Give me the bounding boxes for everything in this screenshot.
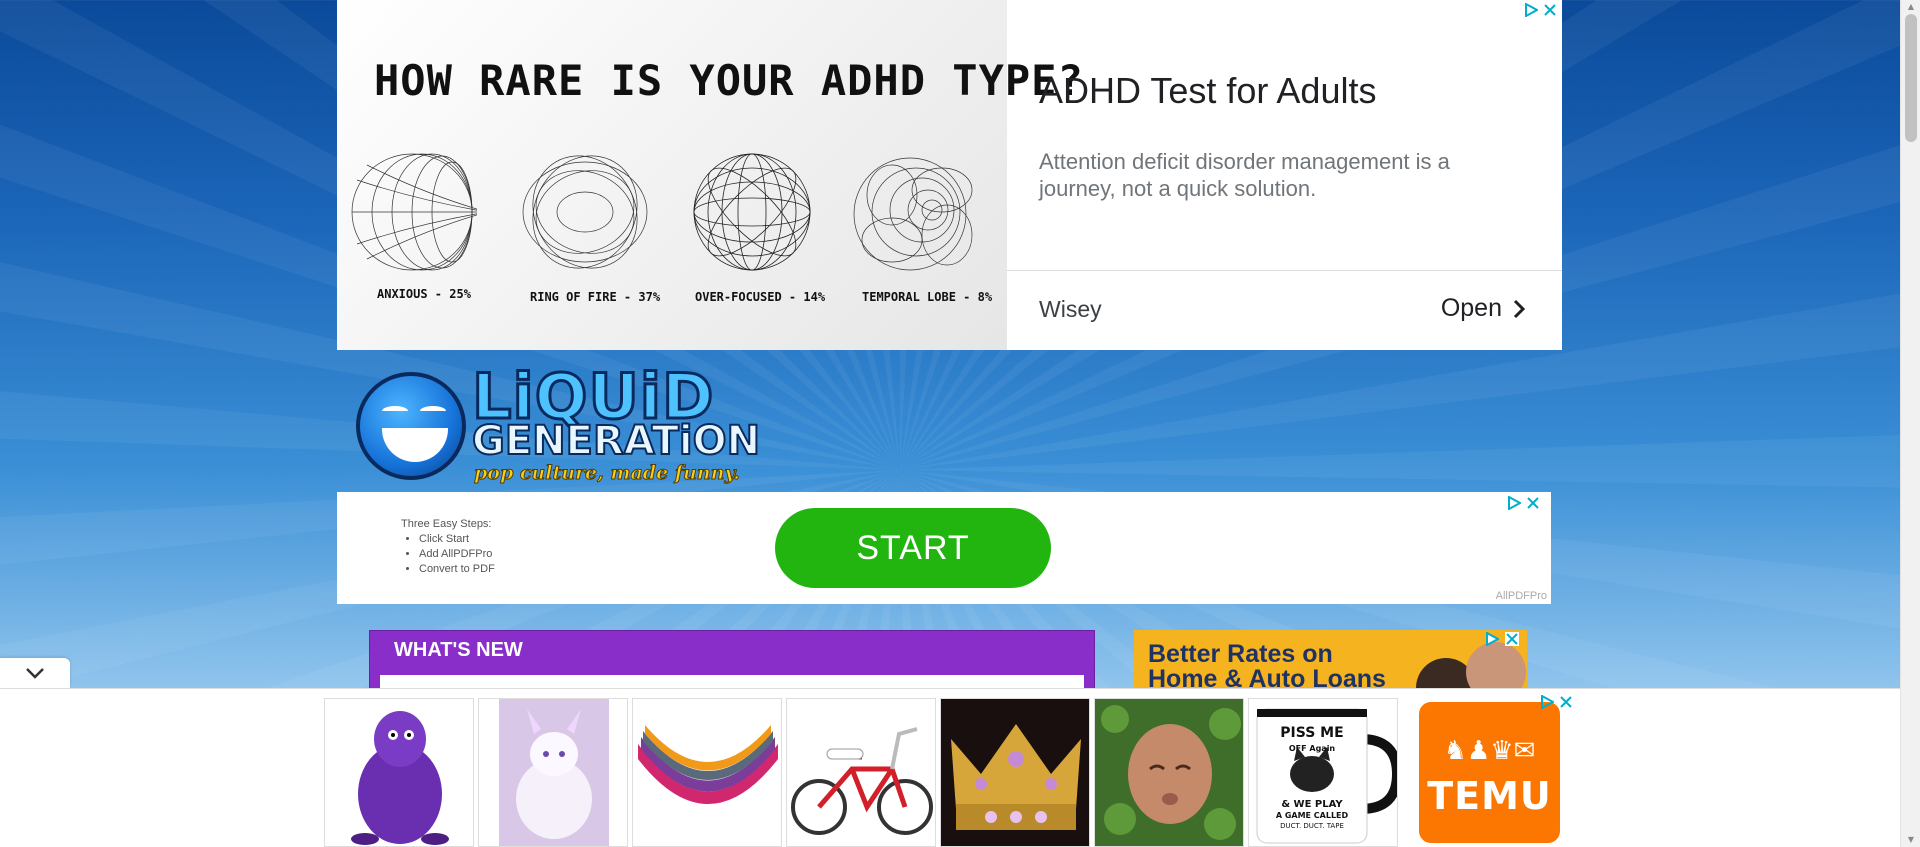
adchoices[interactable] [1540,695,1572,709]
whats-new-title: WHAT'S NEW [394,639,523,661]
ad-step: Add AllPDFPro [419,547,495,562]
ad-divider [1007,270,1562,271]
product-tile-red-bicycle[interactable] [786,698,936,847]
temporal-lobe-shape-icon [853,157,973,271]
ad-description: Attention deficit disorder management is… [1039,149,1450,201]
site-logo[interactable]: LiQUiD GENERATiON pop culture, made funn… [352,356,761,488]
adchoices-icon[interactable] [1524,3,1538,17]
temu-label: TEMU [1427,774,1552,818]
chevron-down-icon [26,668,44,679]
collapse-ad-button[interactable] [0,658,70,688]
adhd-type-label: TEMPORAL LOBE - 8% [862,290,993,304]
ad-brand: AllPDFPro [1495,590,1547,602]
ring-of-fire-shape-icon [522,155,648,269]
product-tile-head-planter[interactable] [1094,698,1244,847]
adhd-type-label: OVER-FOCUSED - 14% [695,290,826,304]
ad-steps: Three Easy Steps: Click Start Add AllPDF… [401,518,495,577]
logo-wordmark-bottom: GENERATiON [471,417,761,465]
ad-text-panel[interactable]: ADHD Test for Adults Attention deficit d… [1007,0,1562,350]
product-tile-cat-mug[interactable]: PISS ME OFF Again & WE PLAY A GAME CALLE… [1248,698,1398,847]
adchoices-icon[interactable] [1540,695,1554,709]
adchoices-icon[interactable] [1507,496,1521,510]
close-icon[interactable] [1560,696,1572,708]
sidebar-ad-line: Better Rates on [1148,640,1333,668]
temu-icons: ♞♟♛✉ [1443,736,1536,766]
close-icon[interactable] [1544,4,1556,16]
over-focused-shape-icon [693,153,811,271]
temu-logo[interactable]: ♞♟♛✉ TEMU [1419,702,1560,843]
ad-open-button[interactable]: Open [1441,294,1526,323]
ad-title[interactable]: ADHD Test for Adults [1039,70,1376,112]
close-icon[interactable] [1527,497,1539,509]
adchoices[interactable] [1507,496,1539,510]
adchoices-icon[interactable] [1485,632,1499,646]
start-button[interactable]: START [775,508,1051,588]
ad-image-headline: HOW RARE IS YOUR ADHD TYPE? [374,56,1084,105]
red-bicycle-image [791,727,933,835]
nesting-bowls-image [638,725,778,804]
close-icon[interactable] [1505,632,1519,646]
person-photo [1466,642,1526,690]
adhd-type-label: ANXIOUS - 25% [377,287,471,301]
sidebar-ad-text: Better Rates on Home & Auto Loans [1148,640,1386,691]
scrollbar-thumb[interactable] [1905,14,1917,142]
scroll-up-icon[interactable]: ▲ [1901,0,1920,14]
middle-banner-ad[interactable]: Three Easy Steps: Click Start Add AllPDF… [337,492,1551,604]
logo-mascot-icon [356,372,466,480]
adchoices[interactable] [1524,3,1556,17]
adhd-type-label: RING OF FIRE - 37% [530,290,661,304]
ad-step: Click Start [419,532,495,547]
product-list: PISS ME OFF Again & WE PLAY A GAME CALLE… [324,698,1398,847]
mug-text: & WE PLAY [1281,799,1343,810]
logo-tagline: pop culture, made funny. [474,462,741,485]
ad-advertiser[interactable]: Wisey [1039,296,1102,323]
sidebar-ad[interactable]: Better Rates on Home & Auto Loans [1134,630,1527,690]
bottom-anchor-ad[interactable]: PISS ME OFF Again & WE PLAY A GAME CALLE… [0,688,1900,847]
mug-text: A GAME CALLED [1276,811,1349,820]
white-dragon-figurine-image [499,699,609,846]
mug-text: DUCT. DUCT. TAPE [1280,822,1344,830]
product-tile-purple-mascot[interactable] [324,698,474,847]
purple-mascot-image [351,711,449,845]
ad-image[interactable]: HOW RARE IS YOUR ADHD TYPE? ANXIOUS - 25… [337,0,1083,350]
top-banner-ad[interactable]: HOW RARE IS YOUR ADHD TYPE? ANXIOUS - 25… [337,0,1562,350]
ad-step: Convert to PDF [419,562,495,577]
product-tile-white-dragon[interactable] [478,698,628,847]
chevron-right-icon [1513,299,1526,318]
cat-mug-image: PISS ME OFF Again & WE PLAY A GAME CALLE… [1256,708,1397,844]
anxious-shape-icon [351,153,477,271]
mug-text: PISS ME [1280,725,1343,741]
product-tile-crown[interactable] [940,698,1090,847]
ad-open-label: Open [1440,294,1502,322]
mug-text: OFF Again [1289,744,1336,753]
whats-new-panel: WHAT'S NEW [369,630,1095,695]
vertical-scrollbar[interactable]: ▲ ▼ [1900,0,1920,847]
sidebar-ad-line: Home & Auto Loans [1148,665,1386,691]
scroll-down-icon[interactable]: ▼ [1901,833,1920,847]
adchoices[interactable] [1485,632,1519,646]
head-planter-image [1101,705,1241,840]
crown-image [951,724,1081,830]
product-tile-nesting-bowls[interactable] [632,698,782,847]
ad-steps-heading: Three Easy Steps: [401,518,492,530]
